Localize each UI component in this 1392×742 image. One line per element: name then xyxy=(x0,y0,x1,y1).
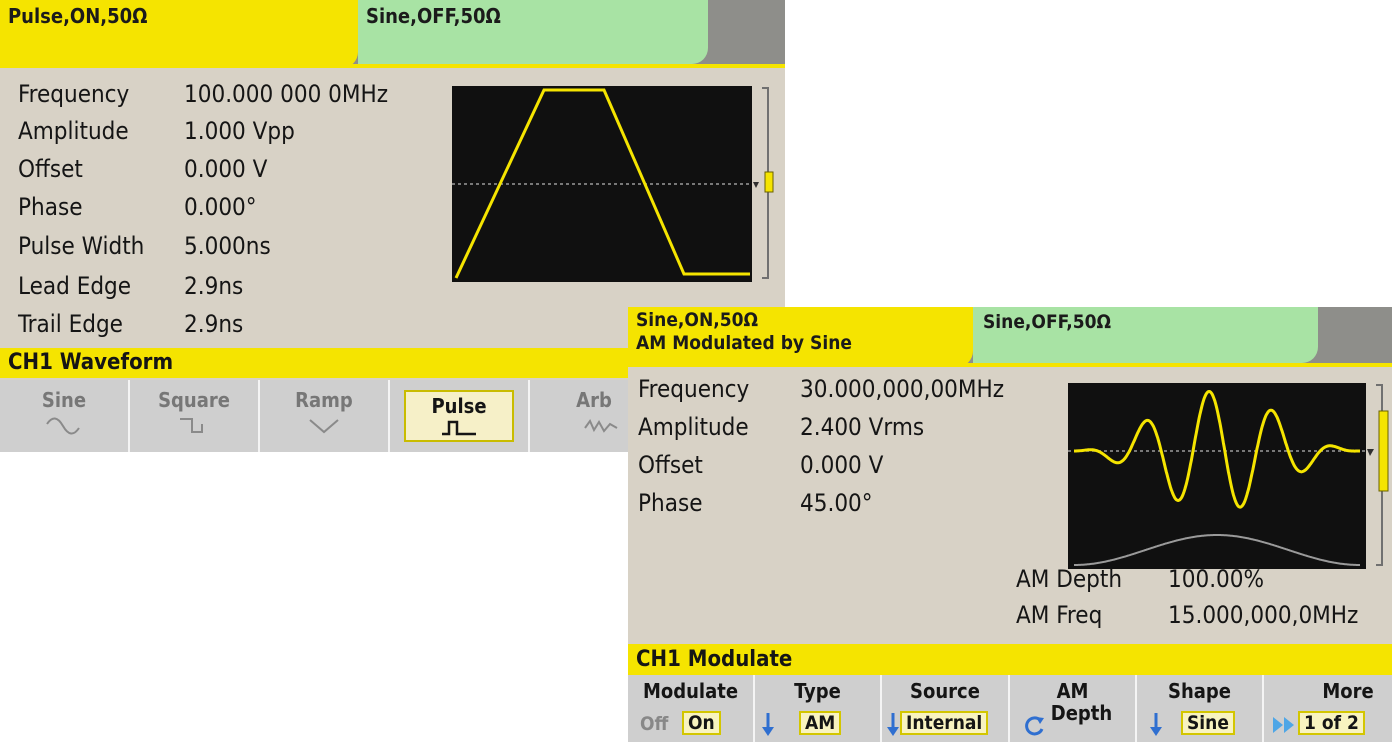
tab-channel2-label: Sine,OFF,50Ω xyxy=(366,4,501,28)
double-chevron-right-icon xyxy=(1273,717,1294,733)
tab-channel1-label: Pulse,ON,50Ω xyxy=(8,4,148,28)
tab-channel1[interactable]: Pulse,ON,50Ω xyxy=(0,0,358,68)
waveform-preview xyxy=(1068,383,1366,569)
softkey-modulate-label: Modulate xyxy=(642,679,739,703)
pulse-wave-icon xyxy=(442,420,476,436)
softkey-sine-label: Sine xyxy=(41,388,87,412)
amplitude-value[interactable]: 1.000 Vpp xyxy=(184,117,295,145)
tab-channel1-label: Sine,ON,50Ω xyxy=(636,309,759,331)
softkey-shape-label: Shape xyxy=(1168,679,1231,703)
modulate-off-option: Off xyxy=(640,713,669,735)
tab-channel2-label: Sine,OFF,50Ω xyxy=(983,311,1112,333)
lead-edge-label[interactable]: Lead Edge xyxy=(18,272,131,300)
phase-label[interactable]: Phase xyxy=(18,193,82,221)
pulse-width-label[interactable]: Pulse Width xyxy=(18,232,144,260)
offset-label[interactable]: Offset xyxy=(18,155,83,183)
am-depth-value[interactable]: 100.00% xyxy=(1168,565,1264,593)
menu-title: CH1 Modulate xyxy=(636,647,793,672)
softkey-shape[interactable]: Shape Sine xyxy=(1137,675,1264,742)
softkey-arb[interactable]: Arb xyxy=(530,380,628,452)
amplitude-label[interactable]: Amplitude xyxy=(638,413,749,441)
trail-edge-value[interactable]: 2.9ns xyxy=(184,310,243,338)
tab-channel2[interactable]: Sine,OFF,50Ω xyxy=(973,307,1318,363)
amplitude-value[interactable]: 2.400 Vrms xyxy=(800,413,924,441)
frequency-value[interactable]: 30.000,000,00MHz xyxy=(800,375,1004,403)
arb-wave-icon xyxy=(584,418,618,433)
softkey-more[interactable]: More 1 of 2 xyxy=(1264,675,1392,742)
phase-value[interactable]: 45.00° xyxy=(800,489,873,517)
level-scale-icon xyxy=(1367,384,1389,566)
pulse-width-value[interactable]: 5.000ns xyxy=(184,232,271,260)
phase-value[interactable]: 0.000° xyxy=(184,193,257,221)
softkey-arb-label: Arb xyxy=(576,388,612,412)
softkey-am-depth[interactable]: AM Depth xyxy=(1010,675,1137,742)
ramp-wave-icon xyxy=(309,419,339,434)
tab-channel1[interactable]: Sine,ON,50Ω AM Modulated by Sine xyxy=(628,307,973,367)
softkey-source-label: Source xyxy=(910,679,980,703)
source-value: Internal xyxy=(900,711,989,735)
am-carrier-trace xyxy=(1074,389,1360,509)
waveform-preview xyxy=(452,86,752,282)
level-scale-icon xyxy=(753,87,774,279)
shape-value: Sine xyxy=(1181,711,1235,735)
tab-channel2[interactable]: Sine,OFF,50Ω xyxy=(358,0,708,64)
offset-value[interactable]: 0.000 V xyxy=(800,451,883,479)
softkey-source[interactable]: Source Internal xyxy=(882,675,1010,742)
tab-underline xyxy=(0,64,785,68)
softkey-sine[interactable]: Sine xyxy=(0,380,130,452)
tab-underline xyxy=(628,363,1392,367)
softkey-pulse-highlight: Pulse xyxy=(404,390,514,442)
softkey-pulse[interactable]: Pulse xyxy=(390,380,530,452)
softkey-row: Modulate Off On Type AM Source Internal … xyxy=(628,675,1392,742)
arrow-down-icon xyxy=(762,713,774,736)
am-freq-label[interactable]: AM Freq xyxy=(1016,601,1102,629)
amplitude-label[interactable]: Amplitude xyxy=(18,117,129,145)
softkey-modulate[interactable]: Modulate Off On xyxy=(628,675,755,742)
offset-value[interactable]: 0.000 V xyxy=(184,155,267,183)
arrow-down-icon xyxy=(1150,713,1162,736)
square-wave-icon xyxy=(180,418,203,433)
modulation-screen: Sine,ON,50Ω AM Modulated by Sine Sine,OF… xyxy=(628,307,1392,742)
menu-title-bar: CH1 Modulate xyxy=(628,644,1392,675)
modulate-on-option: On xyxy=(682,711,721,735)
am-freq-value[interactable]: 15.000,000,0MHz xyxy=(1168,601,1358,629)
arrow-down-icon xyxy=(887,713,899,736)
frequency-label[interactable]: Frequency xyxy=(638,375,749,403)
softkey-square-label: Square xyxy=(158,388,230,412)
trail-edge-label[interactable]: Trail Edge xyxy=(18,310,123,338)
rotary-knob-icon xyxy=(1025,716,1044,736)
lead-edge-value[interactable]: 2.9ns xyxy=(184,272,243,300)
sine-wave-icon xyxy=(46,417,80,435)
type-value: AM xyxy=(799,711,842,735)
softkey-pulse-label: Pulse xyxy=(431,394,487,418)
offset-label[interactable]: Offset xyxy=(638,451,703,479)
menu-title: CH1 Waveform xyxy=(8,350,174,375)
more-page-value: 1 of 2 xyxy=(1298,711,1365,735)
frequency-label[interactable]: Frequency xyxy=(18,80,129,108)
softkey-more-label: More xyxy=(1322,679,1374,703)
softkey-ramp[interactable]: Ramp xyxy=(260,380,390,452)
envelope-trace xyxy=(1074,534,1360,566)
softkey-type-label: Type xyxy=(794,679,841,703)
phase-label[interactable]: Phase xyxy=(638,489,702,517)
softkey-square[interactable]: Square xyxy=(130,380,260,452)
tab-channel1-sublabel: AM Modulated by Sine xyxy=(636,332,852,354)
am-depth-label[interactable]: AM Depth xyxy=(1016,565,1122,593)
frequency-value[interactable]: 100.000 000 0MHz xyxy=(184,80,388,108)
softkey-am-depth-label: AM xyxy=(1056,679,1089,703)
softkey-type[interactable]: Type AM xyxy=(755,675,882,742)
softkey-ramp-label: Ramp xyxy=(295,388,353,412)
